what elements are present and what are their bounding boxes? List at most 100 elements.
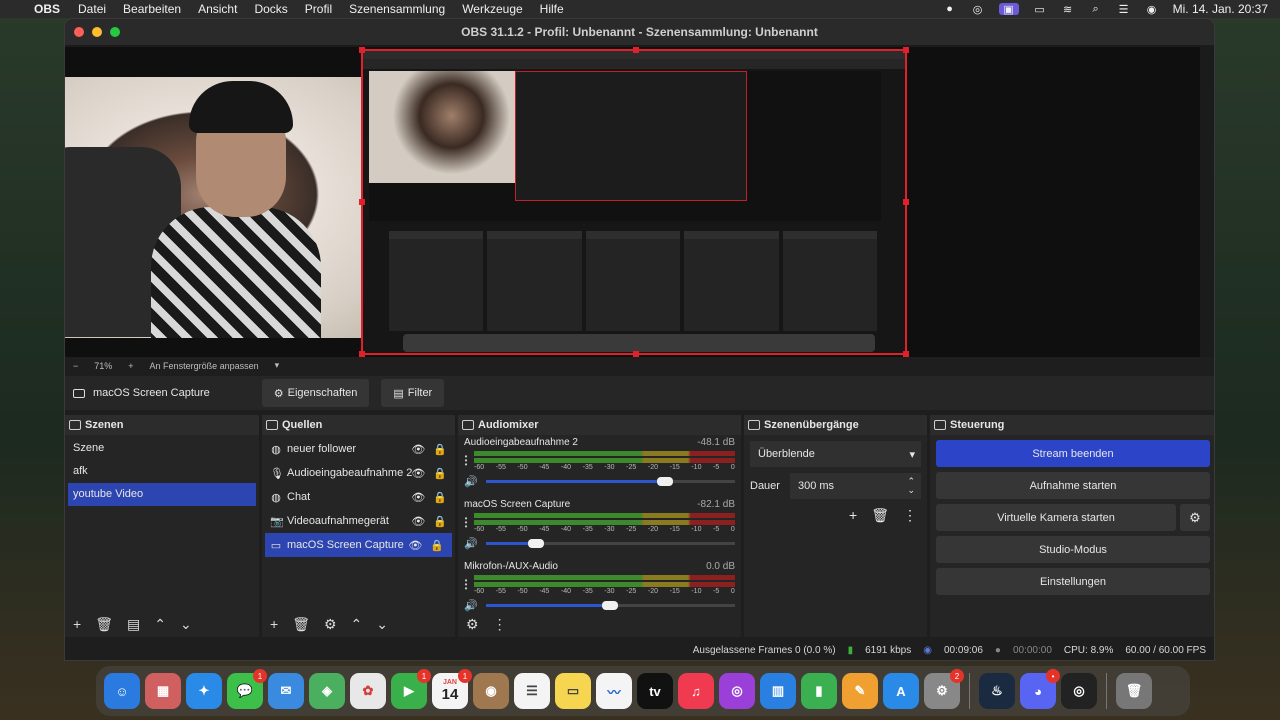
discord-icon[interactable]: ◕ • xyxy=(1020,669,1060,709)
advanced-audio-button[interactable]: ⚙ xyxy=(466,616,479,633)
source-item[interactable]: ◍ Chat 👁 🔒 xyxy=(262,485,455,509)
properties-button[interactable]: ⚙ Eigenschaften xyxy=(261,379,370,407)
menu-ansicht[interactable]: Ansicht xyxy=(198,2,237,16)
speaker-icon[interactable]: 🔊 xyxy=(464,475,478,488)
transitions-dock-header[interactable]: Szenenübergänge xyxy=(744,415,927,435)
battery-icon[interactable]: ▭ xyxy=(1033,3,1047,16)
move-source-down-button[interactable]: ⌄ xyxy=(376,616,388,633)
chevron-down-icon[interactable]: ▾ xyxy=(275,360,280,371)
remove-source-button[interactable]: 🗑 xyxy=(292,616,310,633)
photos-icon[interactable]: ✿ xyxy=(350,673,386,709)
lock-icon[interactable]: 🔒 xyxy=(433,515,447,528)
pages-icon[interactable]: ✎ xyxy=(842,673,878,709)
eye-icon[interactable]: 👁 xyxy=(411,515,425,528)
preview-area[interactable] xyxy=(65,45,1214,357)
wifi-icon[interactable]: ≋ xyxy=(1061,3,1075,16)
minimize-button[interactable] xyxy=(92,27,102,37)
lock-icon[interactable]: 🔒 xyxy=(433,467,447,480)
remove-transition-button[interactable]: 🗑 xyxy=(871,507,889,524)
resize-handle[interactable] xyxy=(903,47,909,53)
zoom-button[interactable] xyxy=(110,27,120,37)
search-icon[interactable]: ⌕ xyxy=(1089,3,1103,15)
source-item[interactable]: 🎙 Audioeingabeaufnahme 2 👁 🔒 xyxy=(262,461,455,485)
scene-item-selected[interactable]: youtube Video xyxy=(68,483,256,506)
controls-dock-header[interactable]: Steuerung xyxy=(930,415,1214,435)
podcasts-icon[interactable]: ◎ xyxy=(719,673,755,709)
menu-hilfe[interactable]: Hilfe xyxy=(540,2,564,16)
menu-profil[interactable]: Profil xyxy=(305,2,332,16)
channel-menu-icon[interactable]: • • • xyxy=(464,577,468,593)
numbers-icon[interactable]: ▮ xyxy=(801,673,837,709)
settings-button[interactable]: Einstellungen xyxy=(936,568,1210,595)
add-scene-button[interactable]: + xyxy=(73,616,81,632)
move-scene-down-button[interactable]: ⌄ xyxy=(180,616,192,633)
source-item-selected[interactable]: ▭ macOS Screen Capture 👁 🔒 xyxy=(265,533,452,557)
record-status-icon[interactable]: ● xyxy=(943,3,957,15)
source-item[interactable]: ◍ neuer follower 👁 🔒 xyxy=(262,437,455,461)
finder-icon[interactable]: ☺ xyxy=(104,673,140,709)
close-button[interactable] xyxy=(74,27,84,37)
obs-dock-icon[interactable]: ◎ xyxy=(1061,673,1097,709)
menu-werkzeuge[interactable]: Werkzeuge xyxy=(462,2,522,16)
source-item[interactable]: 📷 Videoaufnahmegerät 👁 🔒 xyxy=(262,509,455,533)
transition-menu-button[interactable]: ⋮ xyxy=(903,507,917,524)
notes-icon[interactable]: ▭ xyxy=(555,673,591,709)
messages-icon[interactable]: 💬 1 xyxy=(227,669,267,709)
duration-spinbox[interactable]: 300 ms ⌃ ⌄ xyxy=(789,473,921,499)
stepper-icon[interactable]: ⌃ ⌄ xyxy=(907,477,915,495)
volume-slider[interactable] xyxy=(485,601,735,610)
scene-item[interactable]: Szene xyxy=(65,437,259,460)
webcam-source[interactable] xyxy=(65,77,367,338)
menu-szenensammlung[interactable]: Szenensammlung xyxy=(349,2,445,16)
studio-mode-button[interactable]: Studio-Modus xyxy=(936,536,1210,563)
obs-icon[interactable]: ◎ xyxy=(971,3,985,16)
freeform-icon[interactable]: 〰 xyxy=(596,673,632,709)
remove-scene-button[interactable]: 🗑 xyxy=(95,616,113,633)
mail-icon[interactable]: ✉ xyxy=(268,673,304,709)
transition-select[interactable]: Überblende ▾ xyxy=(750,441,921,467)
eye-icon[interactable]: 👁 xyxy=(411,491,425,504)
menu-datei[interactable]: Datei xyxy=(78,2,106,16)
system-settings-icon[interactable]: ⚙ 2 xyxy=(924,669,964,709)
menu-app-name[interactable]: OBS xyxy=(34,2,60,16)
resize-handle[interactable] xyxy=(359,199,365,205)
eye-icon[interactable]: 👁 xyxy=(411,467,425,480)
app-store-icon[interactable]: A xyxy=(883,673,919,709)
eye-icon[interactable]: 👁 xyxy=(411,443,425,456)
sources-dock-header[interactable]: Quellen xyxy=(262,415,455,435)
start-virtual-camera-button[interactable]: Virtuelle Kamera starten xyxy=(936,504,1176,531)
facetime-icon[interactable]: ▶ 1 xyxy=(391,669,431,709)
music-icon[interactable]: ♫ xyxy=(678,673,714,709)
steam-icon[interactable]: ♨ xyxy=(979,673,1015,709)
gear-icon[interactable]: ⚙ xyxy=(1180,504,1210,531)
reminders-icon[interactable]: ☰ xyxy=(514,673,550,709)
stop-stream-button[interactable]: Stream beenden xyxy=(936,440,1210,467)
appletv-icon[interactable]: tv xyxy=(637,673,673,709)
volume-slider[interactable] xyxy=(485,539,735,548)
lock-icon[interactable]: 🔒 xyxy=(430,539,444,552)
contacts-icon[interactable]: ◉ xyxy=(473,673,509,709)
keynote-icon[interactable]: ▥ xyxy=(760,673,796,709)
siri-icon[interactable]: ◉ xyxy=(1145,3,1159,16)
resize-handle[interactable] xyxy=(903,199,909,205)
control-center-icon[interactable]: ☰ xyxy=(1117,3,1131,16)
trash-icon[interactable]: 🗑 xyxy=(1116,673,1152,709)
scenes-dock-header[interactable]: Szenen xyxy=(65,415,259,435)
volume-knob[interactable] xyxy=(527,539,544,548)
move-source-up-button[interactable]: ⌃ xyxy=(351,616,363,633)
menu-bearbeiten[interactable]: Bearbeiten xyxy=(123,2,181,16)
launchpad-icon[interactable]: ▦ xyxy=(145,673,181,709)
scene-item[interactable]: afk xyxy=(65,460,259,483)
mixer-menu-button[interactable]: ⋮ xyxy=(493,616,507,633)
mixer-dock-header[interactable]: Audiomixer xyxy=(458,415,741,435)
lock-icon[interactable]: 🔒 xyxy=(433,491,447,504)
fit-window-option[interactable]: An Fenstergröße anpassen xyxy=(150,361,259,371)
add-transition-button[interactable]: + xyxy=(849,507,857,524)
resize-handle[interactable] xyxy=(633,47,639,53)
start-recording-button[interactable]: Aufnahme starten xyxy=(936,472,1210,499)
menu-docks[interactable]: Docks xyxy=(254,2,287,16)
preview-canvas[interactable] xyxy=(65,47,1200,357)
safari-icon[interactable]: ✦ xyxy=(186,673,222,709)
filter-button[interactable]: ▤ Filter xyxy=(381,379,445,407)
screen-capture-source[interactable] xyxy=(359,47,909,357)
